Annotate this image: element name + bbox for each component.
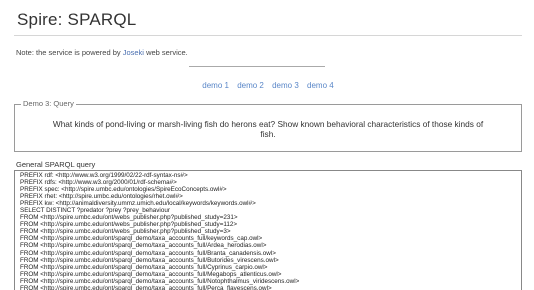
note-suffix: web service. <box>143 48 188 57</box>
sparql-query-textarea[interactable]: PREFIX rdf: <http://www.w3.org/1999/02/2… <box>14 170 522 290</box>
query-text: What kinds of pond-living or marsh-livin… <box>52 119 484 139</box>
sparql-line: FROM <http://spire.umbc.edu/ont/webs_pub… <box>20 221 238 229</box>
note-divider <box>189 66 325 67</box>
sparql-line: FROM <http://spire.umbc.edu/ont/sparql_d… <box>20 277 300 285</box>
sparql-line: FROM <http://spire.umbc.edu/ont/webs_pub… <box>20 228 231 236</box>
sparql-line: PREFIX spec: <http://spire.umbc.edu/onto… <box>20 186 227 194</box>
demo-link-1[interactable]: demo 1 <box>202 81 229 90</box>
sparql-line: SELECT DISTINCT ?predator ?prey ?prey_be… <box>20 207 170 215</box>
sparql-line: FROM <http://spire.umbc.edu/ont/webs_pub… <box>20 214 238 222</box>
query-legend: Demo 3: Query <box>21 99 76 108</box>
demo-link-2[interactable]: demo 2 <box>237 81 264 90</box>
sparql-line: PREFIX rhet: <http://spire.umbc.edu/onto… <box>20 193 183 201</box>
sparql-label: General SPARQL query <box>16 160 96 169</box>
sparql-line: FROM <http://spire.umbc.edu/ont/sparql_d… <box>20 249 276 257</box>
demo-links: demo 1 demo 2 demo 3 demo 4 <box>14 81 522 90</box>
demo-link-4[interactable]: demo 4 <box>307 81 334 90</box>
sparql-line: FROM <http://spire.umbc.edu/ont/sparql_d… <box>20 256 279 264</box>
demo-link-3[interactable]: demo 3 <box>272 81 299 90</box>
title-divider <box>14 35 522 36</box>
note-prefix: Note: the service is powered by <box>16 48 123 57</box>
sparql-line: PREFIX kw: <http://animaldiversity.ummz.… <box>20 200 256 208</box>
service-note: Note: the service is powered by Joseki w… <box>16 48 522 57</box>
sparql-line: PREFIX rdf: <http://www.w3.org/1999/02/2… <box>20 172 188 179</box>
sparql-line: FROM <http://spire.umbc.edu/ont/sparql_d… <box>20 284 272 290</box>
query-fieldset: Demo 3: Query What kinds of pond-living … <box>14 99 522 152</box>
sparql-line: FROM <http://spire.umbc.edu/ont/sparql_d… <box>20 235 263 243</box>
sparql-line: FROM <http://spire.umbc.edu/ont/sparql_d… <box>20 270 282 278</box>
page-title: Spire: SPARQL <box>17 10 137 29</box>
sparql-line: FROM <http://spire.umbc.edu/ont/sparql_d… <box>20 263 268 271</box>
joseki-link[interactable]: Joseki <box>123 48 144 57</box>
page: Spire: SPARQL Note: the service is power… <box>0 0 534 290</box>
sparql-line: PREFIX rdfs: <http://www.w3.org/2000/01/… <box>20 179 177 187</box>
sparql-line: FROM <http://spire.umbc.edu/ont/sparql_d… <box>20 242 267 250</box>
